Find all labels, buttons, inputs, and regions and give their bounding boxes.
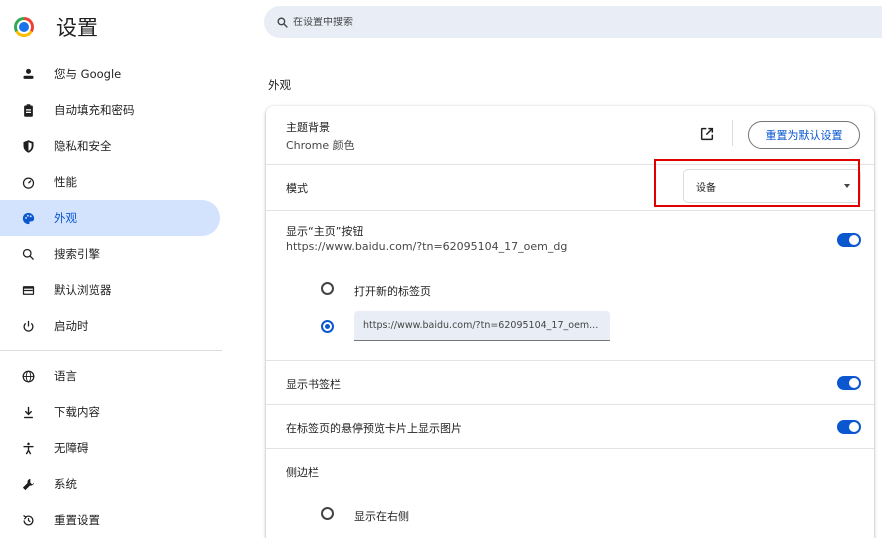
sidebar-item-label: 系统 (54, 477, 77, 491)
tab-hover-row: 在标签页的悬停预览卡片上显示图片 (266, 404, 874, 448)
custom-url-input[interactable]: https://www.baidu.com/?tn=62095104_17_oe… (354, 311, 610, 341)
sidebar-item-search-engine[interactable]: 搜索引擎 (0, 236, 220, 272)
section-title: 外观 (268, 78, 291, 92)
sidebar-item-autofill[interactable]: 自动填充和密码 (0, 92, 220, 128)
search-icon (18, 244, 38, 264)
radio-new-tab[interactable] (321, 282, 334, 295)
home-button-toggle[interactable] (837, 233, 861, 247)
radio-custom-url[interactable] (321, 320, 334, 333)
radio-new-tab-label: 打开新的标签页 (354, 285, 431, 298)
theme-row: 主题背景 Chrome 颜色 重置为默认设置 (266, 106, 874, 164)
sidebar-item-label: 语言 (54, 369, 77, 383)
chrome-logo-icon (14, 17, 34, 37)
mode-selected-value: 设备 (696, 182, 716, 194)
search-bar[interactable] (264, 6, 882, 38)
appearance-card: 主题背景 Chrome 颜色 重置为默认设置 模式 设备 显示“主页”按钮 ht… (266, 106, 874, 538)
reset-icon (18, 510, 38, 530)
sidebar-item-performance[interactable]: 性能 (0, 164, 220, 200)
wrench-icon (18, 474, 38, 494)
sidebar-item-label: 无障碍 (54, 441, 89, 455)
sidebar-item-label: 性能 (54, 175, 77, 189)
clipboard-icon (18, 100, 38, 120)
vertical-separator (732, 120, 733, 146)
sidebar-item-on-startup[interactable]: 启动时 (0, 308, 220, 344)
home-button-label: 显示“主页”按钮 (286, 225, 364, 238)
sidebar-item-you-and-google[interactable]: 您与 Google (0, 56, 220, 92)
sidebar-item-label: 外观 (54, 211, 77, 225)
radio-show-right-label: 显示在右侧 (354, 510, 409, 523)
home-button-url: https://www.baidu.com/?tn=62095104_17_oe… (286, 240, 568, 253)
download-icon (18, 402, 38, 422)
sidebar-item-default-browser[interactable]: 默认浏览器 (0, 272, 220, 308)
sidebar-item-downloads[interactable]: 下载内容 (0, 394, 220, 430)
power-icon (18, 316, 38, 336)
reset-theme-button[interactable]: 重置为默认设置 (748, 121, 860, 149)
header: 设置 (0, 0, 882, 52)
side-panel-row: 侧边栏 显示在右侧 (266, 448, 874, 538)
sidebar-item-label: 启动时 (54, 319, 89, 333)
tab-hover-toggle[interactable] (837, 420, 861, 434)
open-external-icon[interactable] (699, 126, 715, 142)
search-input[interactable] (293, 16, 593, 28)
tab-hover-label: 在标签页的悬停预览卡片上显示图片 (286, 422, 462, 435)
sidebar-item-accessibility[interactable]: 无障碍 (0, 430, 220, 466)
chevron-down-icon (844, 184, 850, 188)
side-panel-label: 侧边栏 (286, 466, 319, 479)
mode-label: 模式 (286, 182, 308, 195)
sidebar: 您与 Google 自动填充和密码 隐私和安全 性能 外观 搜索引擎 默认浏览器… (0, 56, 222, 538)
sidebar-item-system[interactable]: 系统 (0, 466, 220, 502)
mode-select[interactable]: 设备 (684, 170, 860, 202)
sidebar-item-label: 自动填充和密码 (54, 103, 135, 117)
sidebar-item-languages[interactable]: 语言 (0, 358, 220, 394)
shield-icon (18, 136, 38, 156)
bookmarks-bar-label: 显示书签栏 (286, 378, 341, 391)
theme-value: Chrome 颜色 (286, 139, 355, 152)
radio-show-right[interactable] (321, 507, 334, 520)
sidebar-item-label: 搜索引擎 (54, 247, 100, 261)
sidebar-item-label: 您与 Google (54, 67, 122, 81)
bookmarks-bar-toggle[interactable] (837, 376, 861, 390)
bookmarks-bar-row: 显示书签栏 (266, 360, 874, 404)
sidebar-item-reset[interactable]: 重置设置 (0, 502, 220, 538)
theme-label: 主题背景 (286, 121, 330, 134)
person-icon (18, 64, 38, 84)
accessibility-icon (18, 438, 38, 458)
palette-icon (18, 208, 38, 228)
search-icon (277, 16, 288, 28)
sidebar-item-appearance[interactable]: 外观 (0, 200, 220, 236)
browser-icon (18, 280, 38, 300)
gauge-icon (18, 172, 38, 192)
sidebar-item-label: 重置设置 (54, 513, 100, 527)
globe-icon (18, 366, 38, 386)
sidebar-item-privacy[interactable]: 隐私和安全 (0, 128, 220, 164)
sidebar-item-label: 隐私和安全 (54, 139, 112, 153)
sidebar-item-label: 下载内容 (54, 405, 100, 419)
sidebar-item-label: 默认浏览器 (54, 283, 112, 297)
page-title: 设置 (56, 16, 98, 40)
sidebar-divider (0, 350, 222, 351)
